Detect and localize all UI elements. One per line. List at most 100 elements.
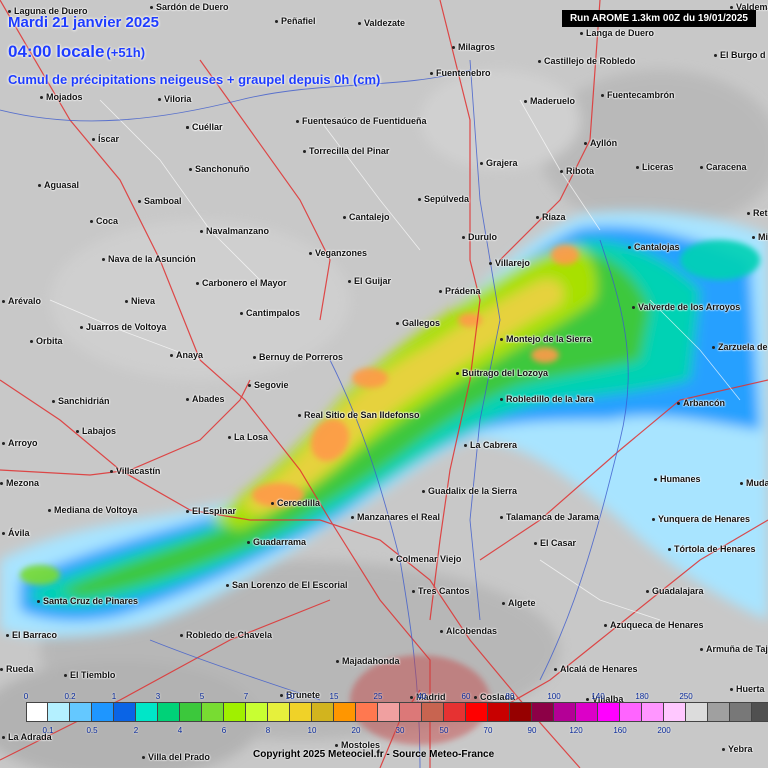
place-label: Armuña de Tajuña: [700, 644, 768, 654]
legend-swatch: [532, 702, 554, 722]
legend-label-top: 1: [111, 692, 117, 701]
legend-swatch: [290, 702, 312, 722]
place-label: Fuentecambrón: [601, 90, 675, 100]
place-label: El Casar: [534, 538, 576, 548]
place-label: Real Sitio de San Ildefonso: [298, 410, 420, 420]
place-label: Aguasal: [38, 180, 79, 190]
legend-swatch: [202, 702, 224, 722]
place-label: Cantalojas: [628, 242, 680, 252]
legend-swatch: [378, 702, 400, 722]
place-label: Segovie: [248, 380, 289, 390]
legend-label-top: 25: [373, 692, 383, 701]
place-label: Mojados: [40, 92, 83, 102]
place-label: Guadalajara: [646, 586, 704, 596]
place-label: Rueda: [0, 664, 34, 674]
place-label: Guadarrama: [247, 537, 306, 547]
place-label: Buitrago del Lozoya: [456, 368, 548, 378]
legend-swatch: [730, 702, 752, 722]
place-label: Riaza: [536, 212, 566, 222]
legend-swatch: [70, 702, 92, 722]
place-label: El Tiemblo: [64, 670, 115, 680]
place-label: Fuentenebro: [430, 68, 491, 78]
legend-swatch: [444, 702, 466, 722]
legend-label-top: 40: [417, 692, 427, 701]
place-label: Mezona: [0, 478, 39, 488]
legend-swatch: [510, 702, 532, 722]
place-label: La Losa: [228, 432, 268, 442]
place-label: Rete: [747, 208, 768, 218]
place-label: Arbancón: [677, 398, 725, 408]
place-label: Valverde de los Arroyos: [632, 302, 740, 312]
place-label: Algete: [502, 598, 536, 608]
place-label: El Guijar: [348, 276, 391, 286]
legend-label-bottom: 70: [483, 726, 493, 735]
place-label: Navalmanzano: [200, 226, 269, 236]
place-label: Peñafiel: [275, 16, 316, 26]
legend-label-top: 100: [547, 692, 561, 701]
legend-label-bottom: 120: [569, 726, 583, 735]
place-label: Majadahonda: [336, 656, 400, 666]
place-label: Arroyo: [2, 438, 38, 448]
legend-label-bottom: 160: [613, 726, 627, 735]
place-label: Durulo: [462, 232, 497, 242]
place-label: Montejo de la Sierra: [500, 334, 592, 344]
place-label: Azuqueca de Henares: [604, 620, 704, 630]
legend-label-top: 0.2: [64, 692, 76, 701]
legend-swatch: [114, 702, 136, 722]
weather-map: Laguna de Duero Sardón de Duero Valdezate P…: [0, 0, 768, 768]
legend-label-bottom: 30: [395, 726, 405, 735]
place-label: Cantalejo: [343, 212, 390, 222]
legend-label-top: 0: [23, 692, 29, 701]
place-label: Samboal: [138, 196, 182, 206]
place-label: Tres Cantos: [412, 586, 470, 596]
place-label: Villa del Prado: [142, 752, 210, 762]
place-label: Muda: [740, 478, 768, 488]
place-label: Gallegos: [396, 318, 440, 328]
legend-swatch: [488, 702, 510, 722]
place-label: Prádena: [439, 286, 481, 296]
legend-swatch: [136, 702, 158, 722]
legend-label-bottom: 6: [221, 726, 227, 735]
legend-swatch: [620, 702, 642, 722]
legend-swatch: [642, 702, 664, 722]
place-label: Abades: [186, 394, 225, 404]
legend-swatch: [334, 702, 356, 722]
place-label: Nava de la Asunción: [102, 254, 196, 264]
place-label: Viloria: [158, 94, 191, 104]
place-label: Caracena: [700, 162, 747, 172]
legend-swatch: [246, 702, 268, 722]
place-label: Milagros: [452, 42, 495, 52]
place-label: Labajos: [76, 426, 116, 436]
legend-label-bottom: 20: [351, 726, 361, 735]
legend-swatch: [598, 702, 620, 722]
place-label: Santa Cruz de Pinares: [37, 596, 138, 606]
place-label: Cercedilla: [271, 498, 320, 508]
time-offset: (+51h): [106, 45, 146, 60]
legend-swatch: [180, 702, 202, 722]
place-label: Yunquera de Henares: [652, 514, 750, 524]
legend-swatch: [48, 702, 70, 722]
legend-label-top: 3: [155, 692, 161, 701]
place-label: Valdezate: [358, 18, 405, 28]
place-label: Cantimpalos: [240, 308, 300, 318]
legend-swatch: [554, 702, 576, 722]
place-label: Sardón de Duero: [150, 2, 229, 12]
legend-label-bottom: 200: [657, 726, 671, 735]
legend-swatch: [422, 702, 444, 722]
color-legend: [26, 702, 768, 722]
place-label: Huerta: [730, 684, 765, 694]
place-label: El Burgo d: [714, 50, 766, 60]
place-label: Juarros de Voltoya: [80, 322, 166, 332]
place-label: Alcalá de Henares: [554, 664, 638, 674]
place-label: Sepúlveda: [418, 194, 469, 204]
place-label: Tórtola de Henares: [668, 544, 756, 554]
place-label: Langa de Duero: [580, 28, 654, 38]
place-label: Villarejo: [489, 258, 530, 268]
legend-swatch: [686, 702, 708, 722]
map-product: Cumul de précipitations neigeuses + grau…: [8, 72, 381, 87]
legend-label-top: 80: [505, 692, 515, 701]
place-label: San Lorenzo de El Escorial: [226, 580, 348, 590]
place-label: Torrecilla del Pinar: [303, 146, 389, 156]
legend-swatch: [708, 702, 730, 722]
legend-swatch: [576, 702, 598, 722]
